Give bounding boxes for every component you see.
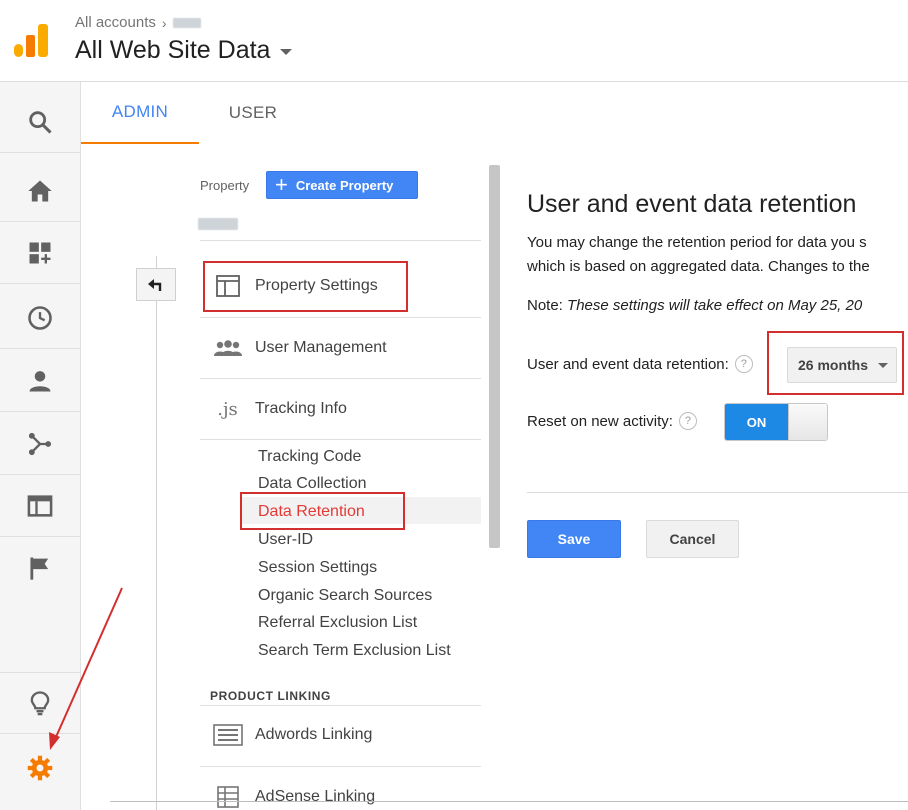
- acquisition-icon: [28, 432, 52, 455]
- create-property-button[interactable]: + Create Property: [266, 171, 418, 199]
- page-title: User and event data retention: [527, 190, 857, 218]
- note-prefix: Note:: [527, 297, 568, 314]
- analytics-logo-icon: [14, 24, 48, 57]
- users-icon: [213, 340, 242, 356]
- highlight-retention-dropdown: [767, 331, 904, 395]
- highlight-property-settings: [203, 261, 408, 312]
- submenu-user-id[interactable]: User-ID: [258, 531, 313, 549]
- adwords-linking-icon: [212, 724, 243, 746]
- reset-on-activity-toggle[interactable]: ON: [724, 403, 828, 441]
- nav-customization[interactable]: [0, 222, 80, 284]
- reset-label: Reset on new activity:: [527, 412, 673, 430]
- property-label: Property: [200, 178, 250, 193]
- content-divider: [527, 492, 908, 493]
- create-property-label: Create Property: [295, 177, 394, 193]
- note-body: These settings will take effect on May 2…: [567, 297, 863, 314]
- analytics-admin-page: All accounts › All Web Site Data ADMIN U…: [0, 0, 908, 810]
- bottom-divider: [110, 801, 908, 802]
- description-line-1: You may change the retention period for …: [527, 234, 867, 251]
- home-icon: [28, 180, 52, 201]
- view-selector[interactable]: All Web Site Data: [75, 36, 293, 65]
- submenu-search-term-exclusion-list[interactable]: Search Term Exclusion List: [258, 642, 451, 660]
- menu-adwords-linking[interactable]: Adwords Linking: [200, 705, 481, 765]
- submenu-organic-search-sources[interactable]: Organic Search Sources: [258, 587, 432, 605]
- nav-admin[interactable]: [0, 737, 80, 799]
- search-icon: [29, 110, 52, 134]
- redacted-property-name: [198, 218, 238, 230]
- description-line-2: which is based on aggregated data. Chang…: [527, 258, 870, 275]
- menu-tracking-info[interactable]: .js Tracking Info: [200, 379, 481, 439]
- conversions-flag-icon: [30, 557, 49, 580]
- help-icon[interactable]: ?: [678, 412, 697, 430]
- left-nav: [0, 82, 81, 810]
- cancel-button[interactable]: Cancel: [646, 520, 739, 558]
- submenu-tracking-code[interactable]: Tracking Code: [258, 448, 361, 466]
- menu-label: Tracking Info: [255, 400, 347, 417]
- back-arrow-icon: [148, 278, 162, 291]
- toggle-state: ON: [725, 404, 788, 440]
- note-text: Note: These settings will take effect on…: [527, 297, 862, 314]
- tab-admin[interactable]: ADMIN: [81, 82, 199, 144]
- nav-audience[interactable]: [0, 350, 80, 412]
- realtime-clock-icon: [28, 305, 52, 330]
- view-title: All Web Site Data: [75, 36, 271, 64]
- redacted-account-name: [172, 17, 201, 28]
- admin-gear-icon: [27, 755, 53, 781]
- retention-label: User and event data retention:: [527, 355, 729, 373]
- menu-user-management[interactable]: User Management: [200, 318, 481, 378]
- menu-label: User Management: [255, 339, 387, 356]
- divider: [200, 439, 481, 440]
- chevron-right-icon: ›: [161, 14, 167, 31]
- admin-tabs: ADMIN USER: [81, 82, 908, 144]
- customization-icon: [29, 242, 51, 263]
- back-button[interactable]: [136, 268, 176, 301]
- tab-user[interactable]: USER: [199, 82, 307, 144]
- highlight-data-retention: [240, 492, 405, 530]
- nav-acquisition[interactable]: [0, 413, 80, 475]
- js-icon: .js: [217, 398, 238, 420]
- top-header: All accounts › All Web Site Data: [0, 0, 908, 82]
- nav-search[interactable]: [0, 91, 80, 153]
- account-breadcrumb[interactable]: All accounts ›: [75, 14, 201, 31]
- menu-label: AdSense Linking: [255, 788, 376, 805]
- toggle-knob: [788, 404, 827, 440]
- nav-home[interactable]: [0, 160, 80, 222]
- help-icon[interactable]: ?: [734, 355, 753, 373]
- nav-behavior[interactable]: [0, 475, 80, 537]
- menu-adsense-linking[interactable]: AdSense Linking: [200, 767, 481, 810]
- adsense-linking-icon: [216, 786, 239, 808]
- caret-down-icon: [280, 49, 293, 55]
- audience-person-icon: [29, 370, 51, 391]
- behavior-icon: [27, 494, 53, 517]
- breadcrumb-all-accounts[interactable]: All accounts: [75, 14, 156, 31]
- hierarchy-line: [156, 256, 157, 810]
- column-scrollbar[interactable]: [489, 165, 500, 548]
- submenu-referral-exclusion-list[interactable]: Referral Exclusion List: [258, 614, 417, 632]
- save-button[interactable]: Save: [527, 520, 621, 558]
- submenu-session-settings[interactable]: Session Settings: [258, 559, 377, 577]
- reset-field: Reset on new activity: ?: [527, 412, 697, 430]
- retention-field: User and event data retention: ?: [527, 355, 753, 373]
- nav-realtime[interactable]: [0, 287, 80, 349]
- section-product-linking: PRODUCT LINKING: [210, 689, 331, 703]
- submenu-data-collection[interactable]: Data Collection: [258, 475, 367, 493]
- nav-discover[interactable]: [0, 672, 80, 734]
- lightbulb-icon: [30, 691, 50, 716]
- menu-label: Adwords Linking: [255, 726, 373, 743]
- nav-conversions[interactable]: [0, 537, 80, 599]
- divider: [200, 240, 481, 241]
- plus-icon: +: [275, 172, 288, 197]
